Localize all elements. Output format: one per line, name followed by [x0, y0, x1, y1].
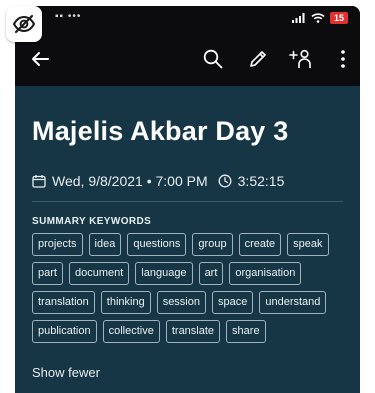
keyword-chip[interactable]: questions [127, 233, 187, 256]
keyword-chip[interactable]: art [198, 262, 224, 285]
eye-off-icon [12, 14, 36, 34]
keyword-chips: projects idea questions group create speak par… [32, 233, 347, 343]
keyword-chip[interactable]: group [192, 233, 233, 256]
keyword-chip[interactable]: space [211, 291, 254, 314]
more-options-button[interactable] [333, 46, 353, 72]
keyword-chip[interactable]: share [226, 320, 266, 343]
battery-indicator: 15 [329, 12, 348, 24]
more-vertical-icon [341, 50, 345, 68]
edit-button[interactable] [245, 46, 271, 72]
keyword-chip[interactable]: projects [32, 233, 83, 256]
app-bar [15, 32, 360, 86]
keyword-chip[interactable]: document [68, 262, 130, 285]
note-duration: 3:52:15 [237, 173, 285, 189]
add-person-button[interactable] [288, 46, 314, 72]
keyword-chip[interactable]: translation [32, 291, 95, 314]
keyword-chip[interactable]: thinking [100, 291, 151, 314]
keyword-chip[interactable]: part [32, 262, 63, 285]
note-content: Majelis Akbar Day 3 Wed, 9/8/2021 • 7:00… [15, 86, 360, 393]
note-date: Wed, 9/8/2021 • 7:00 PM [52, 173, 208, 189]
status-notifications: ▪▪ ••• [55, 11, 82, 22]
keyword-chip[interactable]: idea [88, 233, 122, 256]
note-meta: Wed, 9/8/2021 • 7:00 PM 3:52:15 [32, 173, 343, 189]
search-icon [203, 49, 223, 69]
keyword-chip[interactable]: speak [287, 233, 329, 256]
keyword-chip[interactable]: collective [102, 320, 160, 343]
keyword-chip[interactable]: organisation [229, 262, 302, 285]
eye-off-badge [6, 6, 42, 42]
keyword-chip[interactable]: translate [165, 320, 221, 343]
search-button[interactable] [200, 46, 226, 72]
keyword-chip[interactable]: language [135, 262, 193, 285]
add-person-icon [289, 49, 311, 68]
back-button[interactable] [27, 46, 53, 72]
pencil-icon [250, 51, 266, 67]
status-indicators: 15 [291, 12, 348, 24]
status-bar: ▪▪ ••• 15 [15, 6, 360, 32]
signal-icon [291, 13, 305, 23]
summary-keywords-label: SUMMARY KEYWORDS [32, 216, 152, 227]
clock-icon [218, 174, 232, 188]
page-title: Majelis Akbar Day 3 [32, 116, 289, 146]
show-fewer-button[interactable]: Show fewer [32, 365, 343, 380]
arrow-left-icon [32, 52, 49, 66]
wifi-icon [311, 13, 325, 23]
divider [32, 201, 343, 202]
phone-screen: ▪▪ ••• 15 Majelis Akbar Day 3 Wed, 9/8/2… [15, 6, 360, 393]
keyword-chip[interactable]: understand [259, 291, 327, 314]
calendar-icon [32, 175, 46, 188]
keyword-chip[interactable]: publication [32, 320, 97, 343]
keyword-chip[interactable]: session [156, 291, 206, 314]
keyword-chip[interactable]: create [238, 233, 282, 256]
